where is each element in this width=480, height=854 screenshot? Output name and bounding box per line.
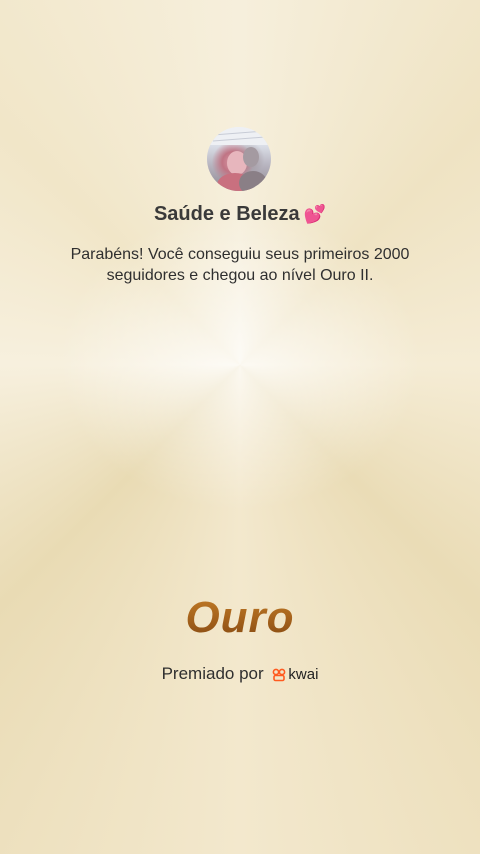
profile-name-row: Saúde e Beleza 💕 <box>0 200 480 228</box>
level-achievement-screen: Saúde e Beleza 💕 Parabéns! Você conseguiu… <box>0 0 480 854</box>
kwai-logo-icon <box>272 668 286 682</box>
congratulation-message: Parabéns! Você conseguiu seus primeiros … <box>70 246 410 284</box>
kwai-brand: kwai <box>272 662 318 687</box>
level-title: Ouro <box>0 588 480 648</box>
awarded-by-label: Premiado por <box>161 664 264 683</box>
hearts-emoji-icon: 💕 <box>303 204 327 224</box>
avatar <box>207 127 271 191</box>
profile-name: Saúde e Beleza <box>153 203 300 225</box>
profile-photo-icon <box>207 127 271 191</box>
awarded-by-row: Premiado por kwai <box>0 662 480 687</box>
kwai-brand-name: kwai <box>288 666 319 684</box>
